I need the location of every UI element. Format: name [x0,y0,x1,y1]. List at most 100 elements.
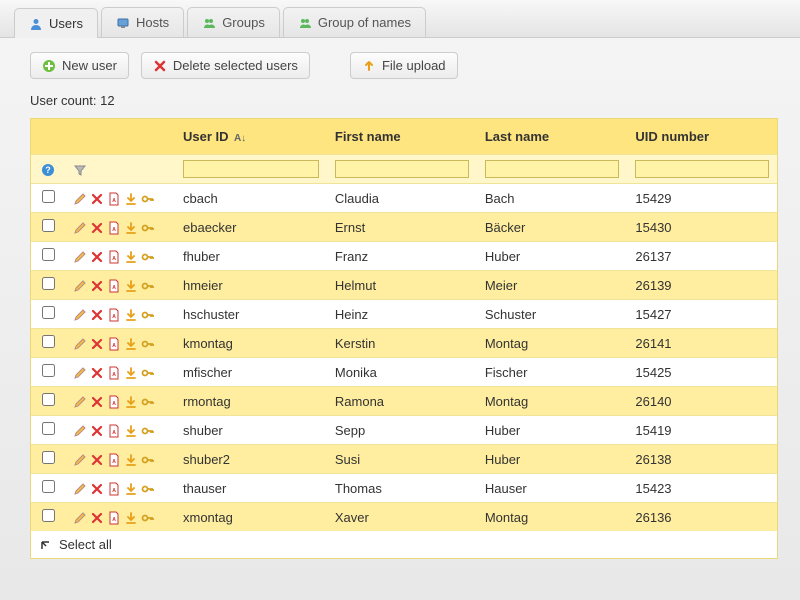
row-checkbox[interactable] [42,306,55,319]
cell-last-name: Hauser [477,474,628,503]
select-all-link[interactable]: Select all [31,531,777,558]
download-icon[interactable] [124,511,138,525]
key-icon[interactable] [141,221,155,235]
row-checkbox[interactable] [42,451,55,464]
edit-icon[interactable] [73,453,87,467]
key-icon[interactable] [141,308,155,322]
col-first-name[interactable]: First name [327,119,477,155]
file-upload-button[interactable]: File upload [350,52,458,79]
edit-icon[interactable] [73,250,87,264]
pdf-icon[interactable]: A [107,221,121,235]
edit-icon[interactable] [73,511,87,525]
edit-icon[interactable] [73,308,87,322]
download-icon[interactable] [124,424,138,438]
key-icon[interactable] [141,250,155,264]
filter-uid[interactable] [635,160,769,178]
download-icon[interactable] [124,337,138,351]
delete-icon[interactable] [90,279,104,293]
cell-first-name: Thomas [327,474,477,503]
tab-users[interactable]: Users [14,8,98,38]
pdf-icon[interactable]: A [107,424,121,438]
row-checkbox[interactable] [42,190,55,203]
row-checkbox[interactable] [42,393,55,406]
delete-icon[interactable] [90,424,104,438]
svg-text:A: A [112,372,116,378]
help-icon[interactable]: ? [41,163,55,177]
download-icon[interactable] [124,453,138,467]
pdf-icon[interactable]: A [107,192,121,206]
pdf-icon[interactable]: A [107,250,121,264]
key-icon[interactable] [141,337,155,351]
edit-icon[interactable] [73,395,87,409]
delete-icon[interactable] [90,395,104,409]
row-checkbox[interactable] [42,480,55,493]
delete-icon[interactable] [90,453,104,467]
tab-group-of-names[interactable]: Group of names [283,7,426,37]
table-row: AebaeckerErnstBäcker15430 [31,213,777,242]
download-icon[interactable] [124,279,138,293]
edit-icon[interactable] [73,482,87,496]
cell-last-name: Bäcker [477,213,628,242]
delete-icon[interactable] [90,192,104,206]
pdf-icon[interactable]: A [107,511,121,525]
col-last-name[interactable]: Last name [477,119,628,155]
download-icon[interactable] [124,366,138,380]
key-icon[interactable] [141,482,155,496]
row-checkbox[interactable] [42,422,55,435]
delete-icon[interactable] [90,482,104,496]
svg-text:A: A [112,256,116,262]
edit-icon[interactable] [73,221,87,235]
pdf-icon[interactable]: A [107,453,121,467]
key-icon[interactable] [141,424,155,438]
pdf-icon[interactable]: A [107,279,121,293]
pdf-icon[interactable]: A [107,337,121,351]
svg-text:A: A [112,459,116,465]
edit-icon[interactable] [73,192,87,206]
key-icon[interactable] [141,395,155,409]
edit-icon[interactable] [73,279,87,293]
col-uid-number[interactable]: UID number [627,119,777,155]
col-user-id[interactable]: User ID A↓ [175,119,327,155]
row-checkbox[interactable] [42,335,55,348]
tab-hosts[interactable]: Hosts [101,7,184,37]
download-icon[interactable] [124,395,138,409]
delete-selected-button[interactable]: Delete selected users [141,52,310,79]
user-icon [29,17,43,31]
key-icon[interactable] [141,511,155,525]
edit-icon[interactable] [73,366,87,380]
pdf-icon[interactable]: A [107,308,121,322]
delete-icon[interactable] [90,337,104,351]
download-icon[interactable] [124,221,138,235]
edit-icon[interactable] [73,337,87,351]
new-user-button[interactable]: New user [30,52,129,79]
row-checkbox[interactable] [42,509,55,522]
download-icon[interactable] [124,250,138,264]
row-checkbox[interactable] [42,277,55,290]
key-icon[interactable] [141,279,155,293]
delete-icon[interactable] [90,308,104,322]
delete-selected-label: Delete selected users [173,58,298,73]
delete-icon[interactable] [90,511,104,525]
pdf-icon[interactable]: A [107,395,121,409]
row-checkbox[interactable] [42,248,55,261]
delete-icon[interactable] [90,221,104,235]
cell-first-name: Monika [327,358,477,387]
filter-icon[interactable] [73,163,87,177]
delete-icon[interactable] [90,366,104,380]
key-icon[interactable] [141,366,155,380]
filter-user-id[interactable] [183,160,319,178]
edit-icon[interactable] [73,424,87,438]
delete-icon[interactable] [90,250,104,264]
download-icon[interactable] [124,192,138,206]
tab-groups[interactable]: Groups [187,7,280,37]
filter-first-name[interactable] [335,160,469,178]
key-icon[interactable] [141,192,155,206]
pdf-icon[interactable]: A [107,366,121,380]
key-icon[interactable] [141,453,155,467]
filter-last-name[interactable] [485,160,620,178]
row-checkbox[interactable] [42,364,55,377]
download-icon[interactable] [124,308,138,322]
download-icon[interactable] [124,482,138,496]
row-checkbox[interactable] [42,219,55,232]
pdf-icon[interactable]: A [107,482,121,496]
